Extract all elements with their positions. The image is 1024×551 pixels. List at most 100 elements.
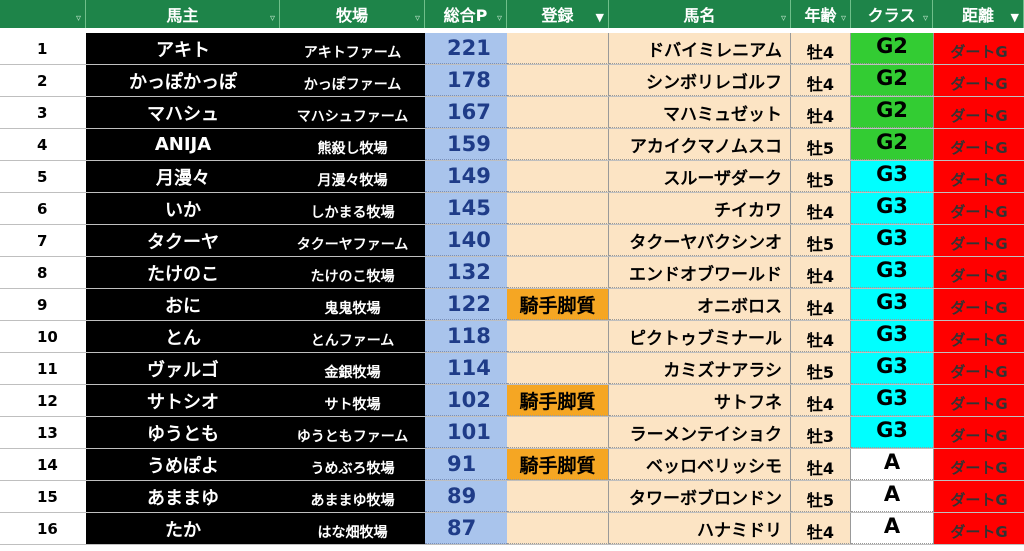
class-cell[interactable]: G2	[851, 97, 933, 128]
horse-name-cell[interactable]: ドバイミレニアム	[609, 33, 791, 64]
row-number-cell[interactable]: 8	[0, 257, 86, 288]
row-number-cell[interactable]: 7	[0, 225, 86, 256]
distance-cell[interactable]: ダートG	[933, 353, 1024, 384]
distance-cell[interactable]: ダートG	[933, 225, 1024, 256]
filter-icon[interactable]: ▿	[415, 13, 420, 24]
row-number-cell[interactable]: 3	[0, 97, 86, 128]
farm-cell[interactable]: 月漫々牧場	[280, 161, 425, 192]
owner-cell[interactable]: ヴァルゴ	[86, 353, 280, 384]
owner-cell[interactable]: うめぽよ	[86, 449, 280, 480]
farm-cell[interactable]: あままゆ牧場	[280, 481, 425, 512]
points-cell[interactable]: 159	[425, 129, 507, 160]
class-cell[interactable]: G3	[851, 193, 933, 224]
class-cell[interactable]: G3	[851, 257, 933, 288]
row-number-cell[interactable]: 9	[0, 289, 86, 320]
age-cell[interactable]: 牡4	[791, 257, 851, 288]
distance-cell[interactable]: ダートG	[933, 321, 1024, 352]
horse-name-cell[interactable]: チイカワ	[609, 193, 791, 224]
header-distance[interactable]: 距離 ▼	[933, 0, 1024, 28]
row-number-cell[interactable]: 13	[0, 417, 86, 448]
class-cell[interactable]: G3	[851, 417, 933, 448]
points-cell[interactable]: 122	[425, 289, 507, 320]
horse-name-cell[interactable]: シンボリレゴルフ	[609, 65, 791, 96]
farm-cell[interactable]: ゆうともファーム	[280, 417, 425, 448]
horse-name-cell[interactable]: エンドオブワールド	[609, 257, 791, 288]
filter-icon[interactable]: ▿	[497, 13, 502, 24]
distance-cell[interactable]: ダートG	[933, 129, 1024, 160]
owner-cell[interactable]: マハシュ	[86, 97, 280, 128]
class-cell[interactable]: G3	[851, 289, 933, 320]
distance-cell[interactable]: ダートG	[933, 97, 1024, 128]
farm-cell[interactable]: 鬼鬼牧場	[280, 289, 425, 320]
owner-cell[interactable]: ゆうとも	[86, 417, 280, 448]
age-cell[interactable]: 牡5	[791, 481, 851, 512]
horse-name-cell[interactable]: サトフネ	[609, 385, 791, 416]
age-cell[interactable]: 牡4	[791, 97, 851, 128]
class-cell[interactable]: G2	[851, 65, 933, 96]
filter-icon[interactable]: ▿	[270, 13, 275, 24]
distance-cell[interactable]: ダートG	[933, 65, 1024, 96]
distance-cell[interactable]: ダートG	[933, 33, 1024, 64]
distance-cell[interactable]: ダートG	[933, 161, 1024, 192]
farm-cell[interactable]: マハシュファーム	[280, 97, 425, 128]
points-cell[interactable]: 101	[425, 417, 507, 448]
age-cell[interactable]: 牡4	[791, 385, 851, 416]
distance-cell[interactable]: ダートG	[933, 449, 1024, 480]
horse-name-cell[interactable]: アカイクマノムスコ	[609, 129, 791, 160]
registration-cell[interactable]	[507, 33, 609, 64]
row-number-cell[interactable]: 1	[0, 33, 86, 64]
horse-name-cell[interactable]: マハミュゼット	[609, 97, 791, 128]
registration-cell[interactable]	[507, 481, 609, 512]
registration-cell[interactable]	[507, 257, 609, 288]
points-cell[interactable]: 114	[425, 353, 507, 384]
age-cell[interactable]: 牡5	[791, 161, 851, 192]
registration-cell[interactable]: 騎手脚質	[507, 289, 609, 320]
distance-cell[interactable]: ダートG	[933, 289, 1024, 320]
distance-cell[interactable]: ダートG	[933, 193, 1024, 224]
registration-cell[interactable]	[507, 353, 609, 384]
owner-cell[interactable]: たけのこ	[86, 257, 280, 288]
age-cell[interactable]: 牡4	[791, 193, 851, 224]
registration-cell[interactable]	[507, 97, 609, 128]
header-points[interactable]: 総合P ▿	[425, 0, 507, 28]
class-cell[interactable]: G3	[851, 353, 933, 384]
class-cell[interactable]: G3	[851, 161, 933, 192]
class-cell[interactable]: G3	[851, 321, 933, 352]
registration-cell[interactable]	[507, 321, 609, 352]
owner-cell[interactable]: ANIJA	[86, 129, 280, 160]
farm-cell[interactable]: はな畑牧場	[280, 513, 425, 544]
class-cell[interactable]: G3	[851, 385, 933, 416]
points-cell[interactable]: 89	[425, 481, 507, 512]
registration-cell[interactable]	[507, 417, 609, 448]
owner-cell[interactable]: タクーヤ	[86, 225, 280, 256]
registration-cell[interactable]	[507, 129, 609, 160]
points-cell[interactable]: 149	[425, 161, 507, 192]
points-cell[interactable]: 91	[425, 449, 507, 480]
header-farm[interactable]: 牧場 ▿	[280, 0, 425, 28]
filter-active-icon[interactable]: ▼	[596, 11, 604, 24]
registration-cell[interactable]	[507, 161, 609, 192]
owner-cell[interactable]: たか	[86, 513, 280, 544]
header-horse[interactable]: 馬名 ▿	[609, 0, 791, 28]
points-cell[interactable]: 178	[425, 65, 507, 96]
points-cell[interactable]: 132	[425, 257, 507, 288]
horse-name-cell[interactable]: ピクトゥブミナール	[609, 321, 791, 352]
distance-cell[interactable]: ダートG	[933, 257, 1024, 288]
farm-cell[interactable]: 熊殺し牧場	[280, 129, 425, 160]
age-cell[interactable]: 牡3	[791, 417, 851, 448]
farm-cell[interactable]: しかまる牧場	[280, 193, 425, 224]
distance-cell[interactable]: ダートG	[933, 481, 1024, 512]
owner-cell[interactable]: 月漫々	[86, 161, 280, 192]
age-cell[interactable]: 牡5	[791, 225, 851, 256]
owner-cell[interactable]: おに	[86, 289, 280, 320]
registration-cell[interactable]	[507, 513, 609, 544]
row-number-cell[interactable]: 2	[0, 65, 86, 96]
registration-cell[interactable]	[507, 193, 609, 224]
registration-cell[interactable]	[507, 225, 609, 256]
row-number-cell[interactable]: 14	[0, 449, 86, 480]
filter-icon[interactable]: ▿	[923, 13, 928, 24]
points-cell[interactable]: 87	[425, 513, 507, 544]
row-number-cell[interactable]: 10	[0, 321, 86, 352]
owner-cell[interactable]: サトシオ	[86, 385, 280, 416]
farm-cell[interactable]: タクーヤファーム	[280, 225, 425, 256]
